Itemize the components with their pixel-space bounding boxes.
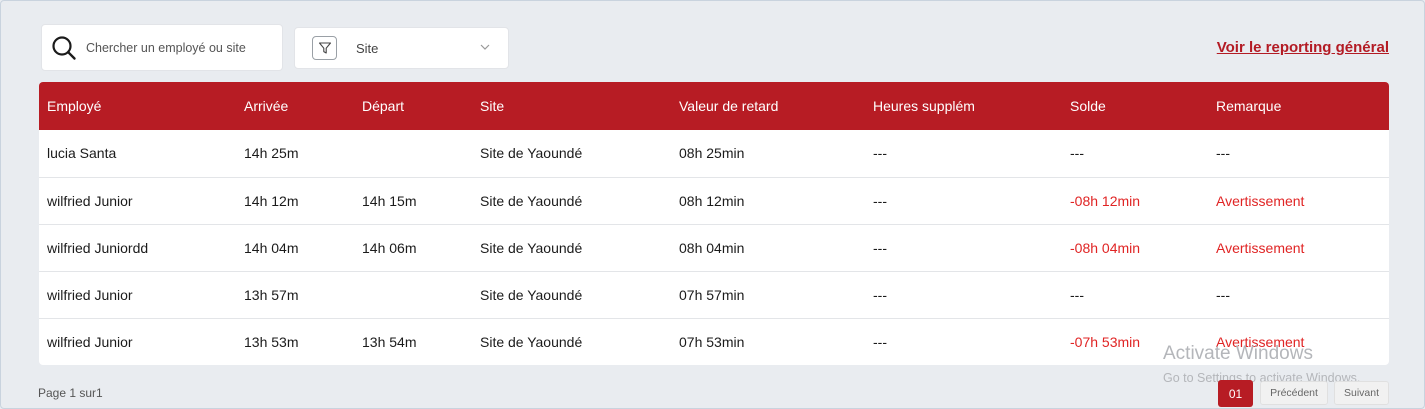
column-header-arrival: Arrivée bbox=[244, 98, 289, 114]
page-number-button[interactable]: 01 bbox=[1218, 380, 1253, 407]
cell-arrival: 14h 25m bbox=[244, 145, 299, 162]
cell-delay: 08h 12min bbox=[679, 192, 745, 209]
cell-overtime: --- bbox=[873, 145, 887, 162]
table-row[interactable]: wilfried Junior 14h 12m 14h 15m Site de … bbox=[39, 177, 1389, 224]
cell-arrival: 14h 12m bbox=[244, 192, 299, 209]
cell-remark: --- bbox=[1216, 286, 1230, 303]
column-header-delay: Valeur de retard bbox=[679, 98, 779, 114]
search-input[interactable] bbox=[86, 40, 276, 55]
filter-button[interactable] bbox=[312, 36, 337, 60]
cell-employee: wilfried Juniordd bbox=[47, 239, 149, 256]
cell-overtime: --- bbox=[873, 333, 887, 350]
table-row[interactable]: lucia Santa 14h 25m Site de Yaoundé 08h … bbox=[39, 130, 1389, 177]
cell-delay: 08h 04min bbox=[679, 239, 745, 256]
cell-remark: Avertissement bbox=[1216, 192, 1305, 209]
cell-remark: Avertissement bbox=[1216, 333, 1305, 350]
cell-site: Site de Yaoundé bbox=[480, 192, 583, 209]
cell-departure bbox=[354, 271, 472, 318]
column-header-balance: Solde bbox=[1070, 98, 1106, 114]
column-header-departure: Départ bbox=[362, 98, 405, 114]
column-header-site: Site bbox=[480, 98, 505, 114]
cell-balance: --- bbox=[1070, 145, 1084, 162]
search-icon bbox=[52, 35, 76, 60]
cell-delay: 07h 57min bbox=[679, 286, 745, 303]
cell-employee: wilfried Junior bbox=[47, 286, 133, 303]
table-row[interactable]: wilfried Junior 13h 53m 13h 54m Site de … bbox=[39, 318, 1389, 365]
cell-departure: 14h 06m bbox=[362, 239, 417, 256]
cell-employee: wilfried Junior bbox=[47, 333, 133, 350]
cell-remark: Avertissement bbox=[1216, 239, 1305, 256]
cell-departure: 13h 54m bbox=[362, 333, 417, 350]
cell-arrival: 13h 53m bbox=[244, 333, 299, 350]
previous-page-button[interactable]: Précédent bbox=[1260, 381, 1328, 405]
filter-icon bbox=[318, 42, 331, 54]
cell-delay: 07h 53min bbox=[679, 333, 745, 350]
table-header-row: Employé Arrivée Départ Site Valeur de re… bbox=[39, 82, 1389, 130]
cell-balance: -08h 12min bbox=[1070, 192, 1141, 209]
site-select-value: Site bbox=[356, 41, 379, 56]
cell-site: Site de Yaoundé bbox=[480, 286, 583, 303]
chevron-down-icon bbox=[480, 44, 490, 50]
cell-site: Site de Yaoundé bbox=[480, 333, 583, 350]
site-select[interactable]: Site bbox=[294, 27, 509, 69]
cell-overtime: --- bbox=[873, 192, 887, 209]
search-box[interactable] bbox=[41, 24, 283, 71]
column-header-employee: Employé bbox=[47, 98, 102, 114]
attendance-table: Employé Arrivée Départ Site Valeur de re… bbox=[39, 82, 1389, 365]
cell-site: Site de Yaoundé bbox=[480, 239, 583, 256]
cell-employee: lucia Santa bbox=[47, 145, 117, 162]
cell-overtime: --- bbox=[873, 286, 887, 303]
cell-remark: --- bbox=[1216, 145, 1230, 162]
cell-departure bbox=[354, 130, 472, 177]
toolbar: Site Voir le reporting général bbox=[0, 0, 1425, 82]
cell-arrival: 13h 57m bbox=[244, 286, 299, 303]
cell-balance: --- bbox=[1070, 286, 1084, 303]
cell-site: Site de Yaoundé bbox=[480, 145, 583, 162]
pagination-info: Page 1 sur1 bbox=[38, 386, 103, 400]
cell-overtime: --- bbox=[873, 239, 887, 256]
next-page-button[interactable]: Suivant bbox=[1334, 381, 1389, 405]
table-row[interactable]: wilfried Juniordd 14h 04m 14h 06m Site d… bbox=[39, 224, 1389, 271]
report-link[interactable]: Voir le reporting général bbox=[1217, 39, 1389, 56]
cell-balance: -07h 53min bbox=[1070, 333, 1141, 350]
column-header-remark: Remarque bbox=[1216, 98, 1282, 114]
cell-arrival: 14h 04m bbox=[244, 239, 299, 256]
cell-departure: 14h 15m bbox=[362, 192, 417, 209]
cell-employee: wilfried Junior bbox=[47, 192, 133, 209]
cell-delay: 08h 25min bbox=[679, 145, 745, 162]
table-row[interactable]: wilfried Junior 13h 57m Site de Yaoundé … bbox=[39, 271, 1389, 318]
column-header-overtime: Heures supplém bbox=[873, 98, 975, 114]
cell-balance: -08h 04min bbox=[1070, 239, 1141, 256]
